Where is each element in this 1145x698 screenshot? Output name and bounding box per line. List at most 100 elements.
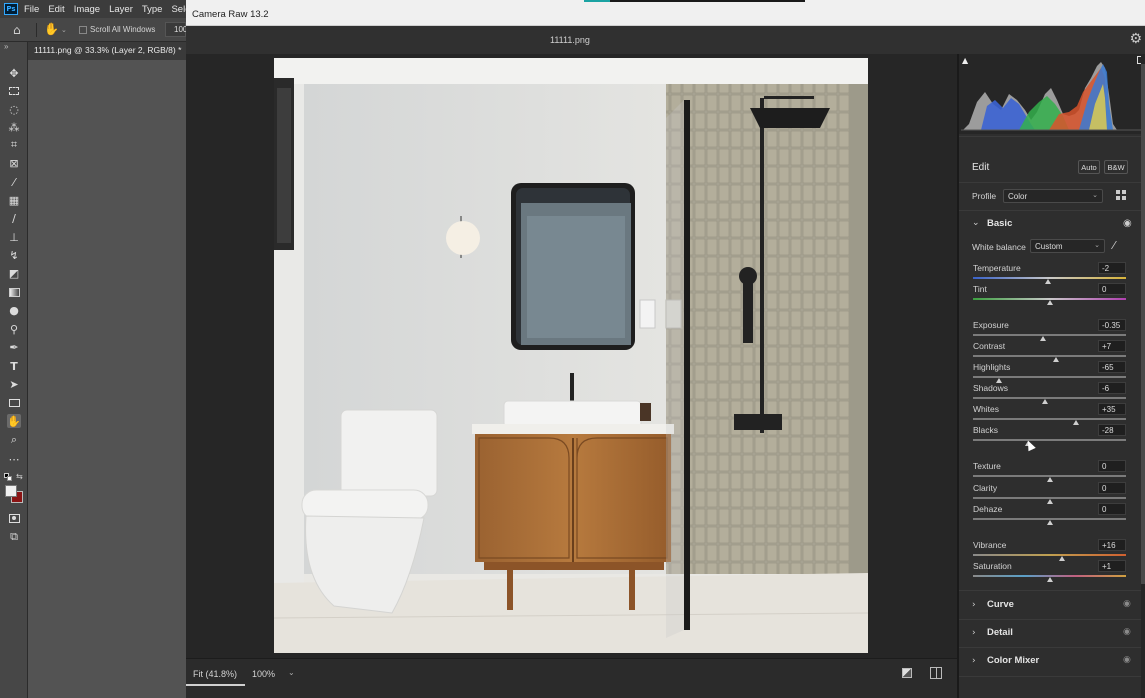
dodge-tool-icon[interactable]: ⚲ bbox=[7, 322, 21, 336]
gradient-tool-icon[interactable] bbox=[7, 285, 21, 299]
frame-tool-icon[interactable]: ⊠ bbox=[7, 156, 21, 170]
tint-label: Tint bbox=[973, 284, 987, 294]
detail-chevron-right-icon[interactable]: › bbox=[972, 628, 976, 638]
detail-section-title[interactable]: Detail bbox=[987, 627, 1013, 638]
tool-preset-chevron-icon[interactable]: ⌄ bbox=[61, 26, 67, 34]
zoom-value-field[interactable]: 100 bbox=[165, 22, 187, 37]
whites-slider-handle[interactable] bbox=[1072, 420, 1079, 425]
dehaze-slider-handle[interactable] bbox=[1046, 520, 1053, 525]
foreground-color-swatch[interactable] bbox=[5, 485, 17, 497]
whites-slider-track[interactable] bbox=[973, 418, 1126, 420]
tint-value-field[interactable]: 0 bbox=[1098, 283, 1126, 295]
texture-slider-handle[interactable] bbox=[1046, 477, 1053, 482]
temperature-slider-handle[interactable] bbox=[1044, 279, 1051, 284]
shadows-slider-handle[interactable] bbox=[1041, 399, 1048, 404]
home-icon[interactable]: ⌂ bbox=[13, 23, 21, 37]
pen-tool-icon[interactable]: ✒ bbox=[7, 340, 21, 354]
vibrance-slider-handle[interactable] bbox=[1058, 556, 1065, 561]
menu-edit[interactable]: Edit bbox=[48, 4, 64, 15]
move-tool-icon[interactable]: ✥ bbox=[7, 66, 21, 80]
curve-visibility-eye-icon[interactable]: ◉ bbox=[1123, 599, 1131, 609]
contrast-slider-handle[interactable] bbox=[1052, 357, 1059, 362]
exposure-slider-track[interactable] bbox=[973, 334, 1126, 336]
lasso-tool-icon[interactable]: ◌ bbox=[7, 102, 21, 116]
profile-browser-icon[interactable] bbox=[1116, 190, 1126, 200]
auto-button[interactable]: Auto bbox=[1078, 160, 1100, 174]
white-balance-eyedropper-icon[interactable]: ⁄ bbox=[1113, 239, 1115, 252]
rectangle-tool-icon[interactable] bbox=[7, 396, 21, 410]
shadows-value-field[interactable]: -6 bbox=[1098, 382, 1126, 394]
menu-image[interactable]: Image bbox=[74, 4, 100, 15]
blacks-slider-track[interactable] bbox=[973, 439, 1126, 441]
blacks-value-field[interactable]: -28 bbox=[1098, 424, 1126, 436]
options-bar: ⌂ ✋ ⌄ Scroll All Windows 100 bbox=[0, 18, 187, 42]
tint-slider-handle[interactable] bbox=[1046, 300, 1053, 305]
blur-tool-icon[interactable]: ● bbox=[7, 303, 21, 317]
profile-dropdown[interactable]: Color ⌄ bbox=[1003, 189, 1103, 203]
camera-raw-titlebar: Camera Raw 13.2 bbox=[186, 0, 1145, 26]
saturation-value-field[interactable]: +1 bbox=[1098, 560, 1126, 572]
hand-tool-icon[interactable]: ✋ bbox=[44, 22, 59, 36]
hand-tool-icon[interactable]: ✋ bbox=[7, 414, 21, 428]
curve-section-title[interactable]: Curve bbox=[987, 599, 1014, 610]
zoom-tool-icon[interactable]: ⌕ bbox=[7, 433, 21, 447]
toggle-before-after-icon[interactable] bbox=[902, 668, 912, 678]
highlights-value-field[interactable]: -65 bbox=[1098, 361, 1126, 373]
detail-visibility-eye-icon[interactable]: ◉ bbox=[1123, 627, 1131, 637]
clone-stamp-tool-icon[interactable]: ⊥ bbox=[7, 230, 21, 244]
exposure-value-field[interactable]: -0.35 bbox=[1098, 319, 1126, 331]
path-selection-tool-icon[interactable]: ➤ bbox=[7, 377, 21, 391]
panel-scrollbar[interactable] bbox=[1141, 54, 1145, 698]
zoom-percent-button[interactable]: 100% bbox=[252, 669, 275, 679]
basic-visibility-eye-icon[interactable]: ◉ bbox=[1123, 218, 1132, 229]
vibrance-value-field[interactable]: +16 bbox=[1098, 539, 1126, 551]
contrast-value-field[interactable]: +7 bbox=[1098, 340, 1126, 352]
menu-layer[interactable]: Layer bbox=[109, 4, 133, 15]
magic-wand-tool-icon[interactable]: ⁂ bbox=[7, 120, 21, 134]
quick-mask-icon[interactable] bbox=[7, 511, 21, 525]
menu-type[interactable]: Type bbox=[142, 4, 163, 15]
document-tab[interactable]: 11111.png @ 33.3% (Layer 2, RGB/8) * bbox=[34, 45, 181, 55]
default-colors-icon[interactable] bbox=[4, 473, 12, 481]
crop-tool-icon[interactable]: ⌗ bbox=[7, 138, 21, 152]
marquee-tool-icon[interactable] bbox=[7, 84, 21, 98]
swap-colors-icon[interactable]: ⇆ bbox=[16, 472, 23, 481]
split-view-icon[interactable] bbox=[930, 667, 942, 679]
temperature-value-field[interactable]: -2 bbox=[1098, 262, 1126, 274]
clarity-slider-handle[interactable] bbox=[1046, 499, 1053, 504]
clarity-value-field[interactable]: 0 bbox=[1098, 482, 1126, 494]
history-brush-tool-icon[interactable]: ↯ bbox=[7, 248, 21, 262]
eyedropper-tool-icon[interactable]: ⁄ bbox=[7, 175, 21, 189]
whites-value-field[interactable]: +35 bbox=[1098, 403, 1126, 415]
basic-section-title[interactable]: Basic bbox=[987, 218, 1012, 229]
color-mixer-section-title[interactable]: Color Mixer bbox=[987, 655, 1039, 666]
texture-value-field[interactable]: 0 bbox=[1098, 460, 1126, 472]
exposure-slider-handle[interactable] bbox=[1040, 336, 1047, 341]
contrast-slider-track[interactable] bbox=[973, 355, 1126, 357]
vibrance-slider-track[interactable] bbox=[973, 554, 1126, 556]
white-balance-dropdown[interactable]: Custom ⌄ bbox=[1030, 239, 1105, 253]
black-white-button[interactable]: B&W bbox=[1104, 160, 1128, 174]
type-tool-icon[interactable]: T bbox=[7, 359, 21, 373]
dehaze-value-field[interactable]: 0 bbox=[1098, 503, 1126, 515]
eraser-tool-icon[interactable]: ◩ bbox=[7, 266, 21, 280]
screen-mode-icon[interactable]: ⧉ bbox=[7, 530, 21, 544]
shadows-slider-track[interactable] bbox=[973, 397, 1126, 399]
fit-zoom-active-underline bbox=[186, 684, 245, 686]
more-tools-icon[interactable]: ⋯ bbox=[7, 452, 21, 466]
collapse-panel-icon[interactable]: » bbox=[4, 42, 8, 51]
camera-raw-title: Camera Raw 13.2 bbox=[192, 9, 269, 20]
scroll-all-windows-checkbox[interactable] bbox=[79, 26, 87, 34]
gear-icon[interactable]: ⚙ bbox=[1129, 31, 1142, 47]
color-mixer-chevron-right-icon[interactable]: › bbox=[972, 656, 976, 666]
zoom-dropdown-chevron-icon[interactable]: ⌄ bbox=[288, 668, 295, 677]
curve-chevron-right-icon[interactable]: › bbox=[972, 600, 976, 610]
basic-chevron-down-icon[interactable]: ⌄ bbox=[972, 218, 980, 228]
brush-tool-icon[interactable]: ∕ bbox=[7, 211, 21, 225]
menu-file[interactable]: File bbox=[24, 4, 39, 15]
color-mixer-visibility-eye-icon[interactable]: ◉ bbox=[1123, 655, 1131, 665]
saturation-slider-handle[interactable] bbox=[1046, 577, 1053, 582]
healing-brush-tool-icon[interactable]: ▦ bbox=[7, 193, 21, 207]
scrollbar-thumb[interactable] bbox=[1141, 64, 1145, 584]
fit-zoom-button[interactable]: Fit (41.8%) bbox=[193, 669, 237, 679]
